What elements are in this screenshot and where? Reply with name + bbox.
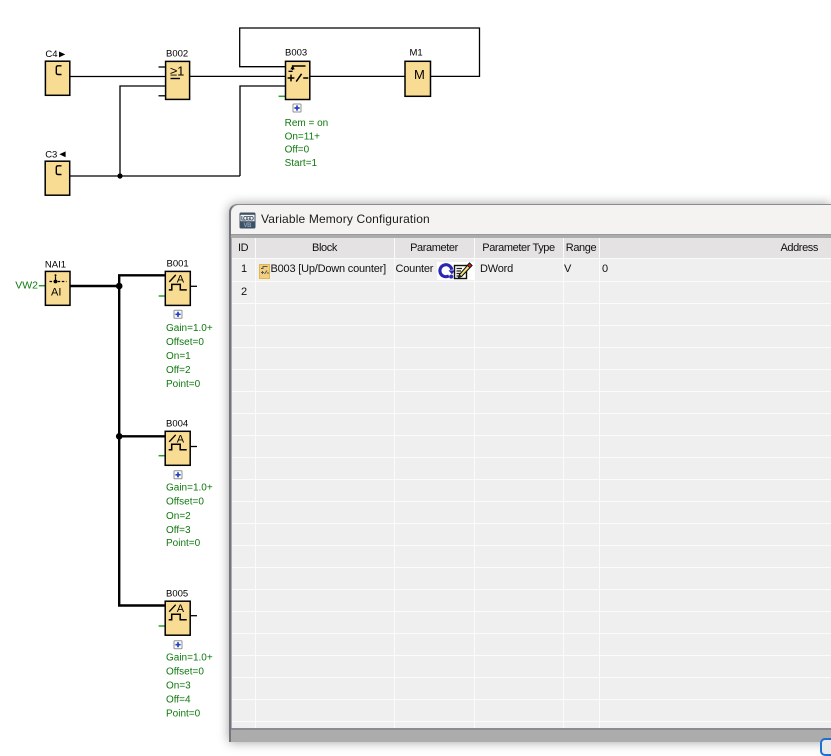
svg-text:VB: VB: [244, 223, 253, 229]
svg-text:Offset=0: Offset=0: [166, 337, 204, 348]
svg-text:Start=1: Start=1: [285, 158, 318, 169]
svg-text:NAI1: NAI1: [45, 260, 66, 271]
svg-text:B003: B003: [285, 48, 307, 59]
svg-text:On=1: On=1: [166, 351, 191, 362]
svg-text:Gain=1.0+: Gain=1.0+: [166, 483, 213, 494]
svg-text:Off=3: Off=3: [166, 525, 191, 536]
svg-text:Off=2: Off=2: [166, 365, 191, 376]
svg-text:Off=4: Off=4: [166, 695, 191, 706]
svg-text:B005: B005: [166, 589, 188, 600]
svg-text:On=3: On=3: [166, 681, 191, 692]
svg-text:Gain=1.0+: Gain=1.0+: [166, 323, 213, 334]
svg-text:Point=0: Point=0: [166, 379, 201, 390]
svg-text:Offset=0: Offset=0: [166, 667, 204, 678]
svg-text:Rem = on: Rem = on: [285, 118, 329, 129]
svg-text:AI: AI: [51, 287, 61, 299]
svg-text:M1: M1: [410, 48, 423, 59]
svg-text:On=11+: On=11+: [285, 131, 321, 142]
svg-text:LOGO: LOGO: [241, 215, 254, 222]
svg-text:On=2: On=2: [166, 511, 191, 522]
svg-text:Offset=0: Offset=0: [166, 497, 204, 508]
svg-text:B001: B001: [167, 259, 189, 270]
svg-text:Gain=1.0+: Gain=1.0+: [166, 653, 213, 664]
svg-text:≥1: ≥1: [170, 64, 184, 79]
svg-text:B002: B002: [166, 49, 188, 60]
svg-text:VW2: VW2: [15, 280, 38, 292]
svg-text:B004: B004: [166, 419, 188, 430]
svg-text:Point=0: Point=0: [166, 709, 201, 720]
svg-text:C4: C4: [45, 49, 57, 60]
svg-text:Point=0: Point=0: [166, 538, 201, 549]
svg-text:M: M: [414, 67, 425, 82]
svg-text:Off=0: Off=0: [285, 145, 310, 156]
svg-text:C3: C3: [45, 149, 57, 160]
